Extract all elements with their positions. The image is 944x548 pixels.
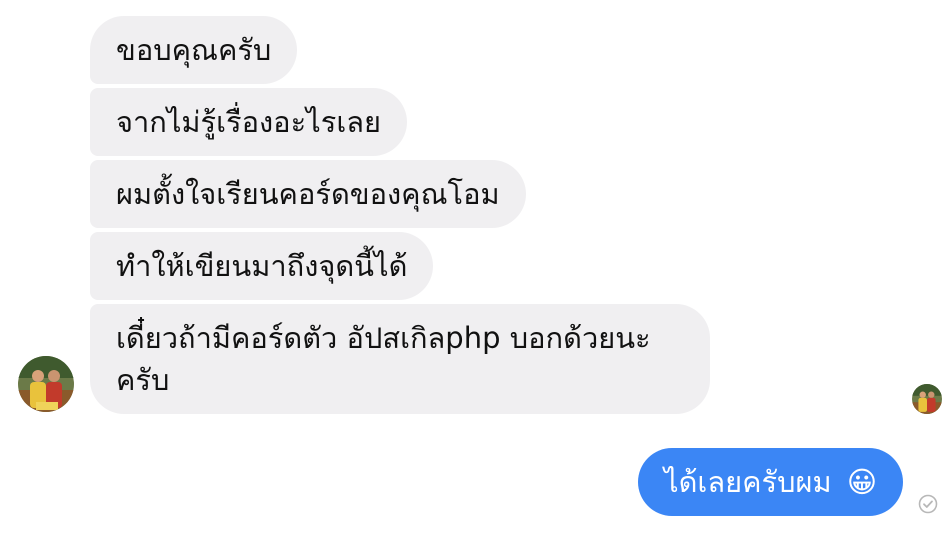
read-receipt-avatar-icon [912,384,942,414]
grinning-emoji-icon: 😀 [846,465,878,499]
message-text: จากไม่รู้เรื่องอะไรเลย [116,105,382,139]
sent-message[interactable]: ได้เลยครับผม 😀 [638,448,904,516]
message-text: ผมตั้งใจเรียนคอร์ดของคุณโอม [116,177,500,211]
message-text: เดี๋ยวถ้ามีคอร์ดตัว อัปสเกิลphp บอกด้วยน… [116,321,651,397]
contact-avatar-icon[interactable] [18,356,74,412]
received-message[interactable]: ผมตั้งใจเรียนคอร์ดของคุณโอม [90,160,526,228]
received-message[interactable]: ทำให้เขียนมาถึงจุดนี้ได้ [90,232,434,300]
received-message[interactable]: เดี๋ยวถ้ามีคอร์ดตัว อัปสเกิลphp บอกด้วยน… [90,304,710,414]
message-text: ขอบคุณครับ [116,33,272,67]
message-text: ทำให้เขียนมาถึงจุดนี้ได้ [116,249,408,283]
received-message[interactable]: จากไม่รู้เรื่องอะไรเลย [90,88,408,156]
chat-thread: ขอบคุณครับ จากไม่รู้เรื่องอะไรเลย ผมตั้ง… [0,0,944,548]
message-text: ได้เลยครับผม [664,465,832,499]
check-circle-icon [918,494,938,514]
received-message[interactable]: ขอบคุณครับ [90,16,298,84]
